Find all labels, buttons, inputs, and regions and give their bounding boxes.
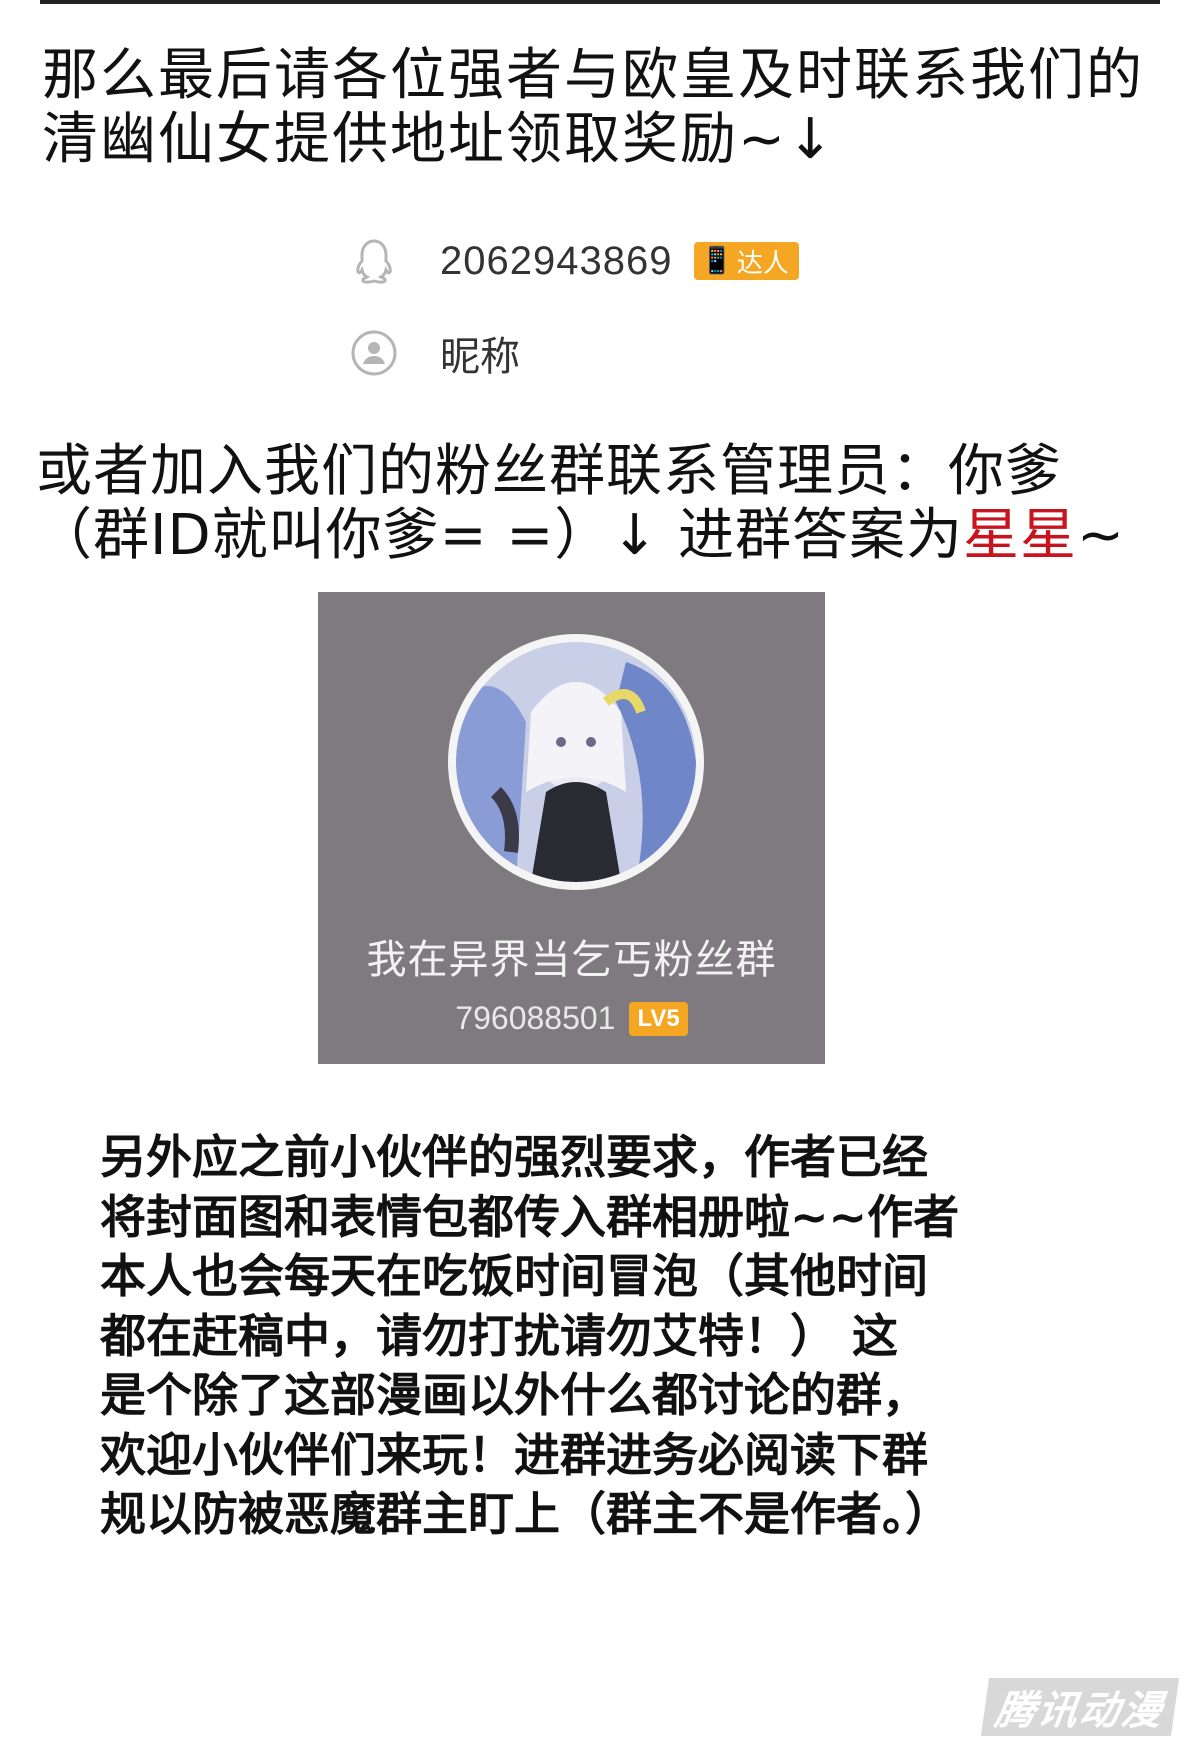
group-id-row: 796088501 LV5: [318, 1000, 825, 1037]
notice-line: 是个除了这部漫画以外什么都讨论的群，: [100, 1368, 928, 1422]
nickname-label: 昵称: [440, 334, 520, 380]
qq-penguin-icon: [350, 237, 398, 285]
watermark-logo: 腾讯动漫: [980, 1678, 1180, 1736]
group-name: 我在异界当乞丐粉丝群: [366, 937, 777, 983]
person-icon: [350, 329, 398, 377]
fan-group-text: 或者加入我们的粉丝群联系管理员：你爹 （群ID就叫你爹= =）↓ 进群答案为星星…: [36, 440, 1186, 568]
intro-text: 那么最后请各位强者与欧皇及时联系我们的 清幽仙女提供地址领取奖励~↓: [42, 44, 1182, 172]
notice-line: 规以防被恶魔群主盯上（群主不是作者。）: [100, 1487, 951, 1541]
talent-badge: 📱 达人: [694, 242, 799, 280]
talent-badge-label: 达人: [736, 248, 789, 279]
fan-group-line-2-suffix: ~: [1077, 503, 1125, 568]
group-answer: 星星: [963, 503, 1078, 568]
notice-line: 将封面图和表情包都传入群相册啦~~作者: [100, 1189, 960, 1244]
wings-phone-icon: 📱: [700, 246, 733, 276]
notice-line: 本人也会每天在吃饭时间冒泡（其他时间: [100, 1249, 928, 1303]
notice-line: 都在赶稿中，请勿打扰请勿艾特！） 这: [100, 1308, 899, 1363]
top-divider: [40, 0, 1160, 4]
group-card[interactable]: 我在异界当乞丐粉丝群 796088501 LV5: [318, 592, 825, 1064]
intro-line-2: 清幽仙女提供地址领取奖励~↓: [42, 107, 836, 172]
fan-group-line-2-prefix: （群ID就叫你爹= =）↓ 进群答案为: [36, 503, 964, 568]
nickname-row: 昵称: [350, 324, 520, 382]
qq-number[interactable]: 2062943869: [440, 239, 672, 284]
level-badge: LV5: [629, 1001, 688, 1036]
intro-line-1: 那么最后请各位强者与欧皇及时联系我们的: [42, 43, 1144, 108]
group-avatar-art: [456, 642, 696, 882]
notice-line: 另外应之前小伙伴的强烈要求，作者已经: [100, 1130, 928, 1184]
fan-group-line-1: 或者加入我们的粉丝群联系管理员：你爹: [36, 439, 1062, 504]
group-avatar: [448, 634, 704, 890]
fan-group-line-2: （群ID就叫你爹= =）↓ 进群答案为星星~: [36, 504, 1186, 568]
notice-paragraph: 另外应之前小伙伴的强烈要求，作者已经 将封面图和表情包都传入群相册啦~~作者 本…: [100, 1128, 1090, 1545]
notice-line: 欢迎小伙伴们来玩！进群进务必阅读下群: [100, 1427, 928, 1482]
group-id[interactable]: 796088501: [455, 1000, 615, 1037]
qq-number-row: 2062943869 📱 达人: [350, 237, 799, 285]
